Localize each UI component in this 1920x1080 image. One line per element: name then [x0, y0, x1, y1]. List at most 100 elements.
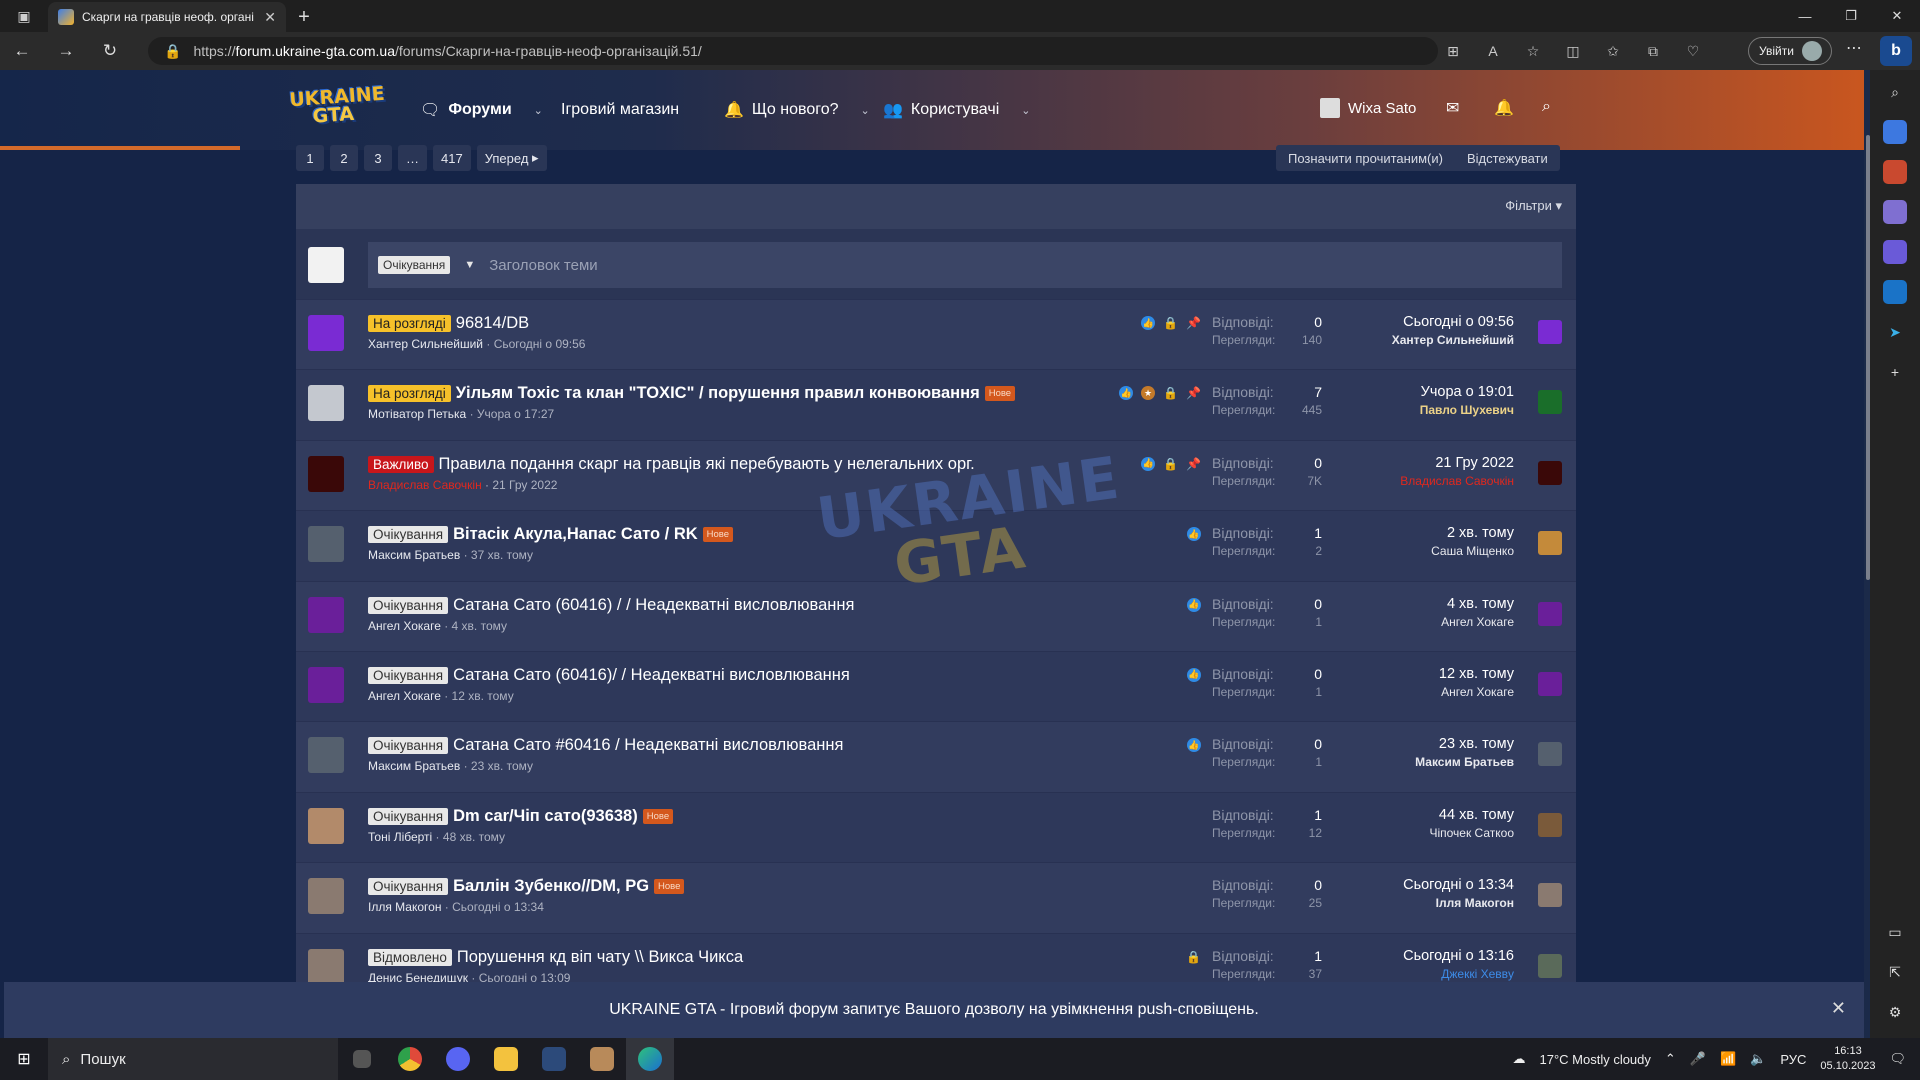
account-menu[interactable]: Wixa Sato [1320, 98, 1416, 118]
last-post-user[interactable]: Ангел Хокаге [1441, 615, 1514, 629]
last-post-time[interactable]: Учора о 19:01 [1420, 384, 1514, 400]
thread-prefix[interactable]: Очікування [368, 737, 449, 755]
author-avatar[interactable] [308, 315, 344, 351]
author-avatar[interactable] [308, 948, 344, 985]
thread-author[interactable]: Ангел Хокаге [368, 689, 441, 703]
thread-prefix[interactable]: На розгляді [368, 385, 451, 403]
sidebar-copilot-icon[interactable] [1883, 240, 1907, 264]
thread-author[interactable]: Максим Братьев [368, 759, 460, 773]
minimize-icon[interactable]: — [1782, 0, 1828, 32]
tab-actions-icon[interactable]: ▣ [0, 0, 48, 32]
page-jump[interactable]: … [398, 145, 427, 171]
last-post-time[interactable]: 23 хв. тому [1415, 736, 1514, 752]
thread-prefix[interactable]: Очікування [368, 596, 449, 614]
last-post-time[interactable]: 12 хв. тому [1439, 666, 1514, 682]
edge-icon[interactable] [626, 1038, 674, 1080]
page-scrollbar-thumb[interactable] [1866, 135, 1870, 580]
author-avatar[interactable] [308, 455, 344, 492]
last-poster-avatar[interactable] [1538, 531, 1562, 556]
thread-start-date[interactable]: Сьогодні о 13:34 [452, 900, 544, 914]
thread-start-date[interactable]: Сьогодні о 09:56 [494, 337, 586, 351]
last-post-user[interactable]: Владислав Савочкін [1400, 474, 1514, 488]
last-poster-avatar[interactable] [1538, 320, 1562, 344]
language-indicator[interactable]: РУС [1780, 1052, 1806, 1067]
last-post-user[interactable]: Джеккі Хеввy [1403, 967, 1514, 981]
thread-author[interactable]: Тоні Ліберті [368, 830, 432, 844]
thread-author[interactable]: Хантер Сильнейший [368, 337, 483, 351]
taskbar-search[interactable]: ⌕ Пошук [48, 1038, 338, 1080]
last-post-user[interactable]: Максим Братьев [1415, 755, 1514, 769]
author-avatar[interactable] [308, 878, 344, 915]
nav-whats-new[interactable]: 🔔 Що нового? ⌄ [724, 70, 870, 150]
page-link[interactable]: 417 [433, 145, 471, 171]
last-post-time[interactable]: 21 Гру 2022 [1400, 455, 1514, 471]
last-poster-avatar[interactable] [1538, 671, 1562, 696]
game-launcher-icon[interactable] [530, 1038, 578, 1080]
thread-start-date[interactable]: 12 хв. тому [452, 689, 514, 703]
favorite-star-icon[interactable]: ☆ [1520, 38, 1546, 64]
thread-title-input[interactable]: Очікування ▼ Заголовок теми [368, 242, 1562, 288]
close-tab-icon[interactable]: ✕ [264, 9, 276, 26]
file-explorer-icon[interactable] [482, 1038, 530, 1080]
restore-icon[interactable]: ❐ [1828, 0, 1874, 32]
thread-start-date[interactable]: 48 хв. тому [443, 830, 505, 844]
thread-prefix[interactable]: На розгляді [368, 315, 451, 332]
inbox-icon[interactable]: ✉ [1446, 98, 1459, 118]
forward-button[interactable]: → [44, 32, 88, 70]
thread-title-link[interactable]: Правила подання скарг на гравців які пер… [439, 455, 975, 474]
thread-author[interactable]: Ангел Хокаге [368, 619, 441, 633]
thread-title-link[interactable]: Порушення кд віп чату \\ Викса Чикса [457, 948, 743, 967]
profile-login-button[interactable]: Увійти [1748, 37, 1832, 65]
last-poster-avatar[interactable] [1538, 812, 1562, 837]
clock[interactable]: 16:13 05.10.2023 [1820, 1044, 1875, 1074]
thread-author[interactable]: Владислав Савочкін [368, 478, 482, 492]
windows-start-icon[interactable]: ⊞ [0, 1038, 48, 1080]
apps-icon[interactable]: ⊞ [1440, 38, 1466, 64]
thread-author[interactable]: Ілля Макогон [368, 900, 441, 914]
thread-start-date[interactable]: Учора о 17:27 [477, 407, 554, 421]
page-link[interactable]: 1 [296, 145, 324, 171]
sidebar-tag-icon[interactable] [1883, 120, 1907, 144]
thread-title-link[interactable]: Dm car/Чіп сато(93638) [453, 807, 638, 826]
author-avatar[interactable] [308, 737, 344, 774]
favorites-icon[interactable]: ✩ [1600, 38, 1626, 64]
nav-users[interactable]: 👥 Користувачі ⌄ [883, 70, 1030, 150]
nav-shop[interactable]: Ігровий магазин [561, 70, 679, 150]
thread-prefix[interactable]: Очікування [368, 666, 449, 684]
lock-icon[interactable]: 🔒 [164, 43, 181, 60]
last-post-user[interactable]: Ілля Макогон [1403, 896, 1514, 910]
thread-title-link[interactable]: Сатана Сато (60416) / / Неадекватні висл… [453, 596, 854, 615]
author-avatar[interactable] [308, 526, 344, 563]
thread-row[interactable]: Очікування Сатана Сато #60416 / Неадекват… [296, 721, 1576, 792]
thread-title-link[interactable]: Сатана Сато #60416 / Неадекватні висловл… [453, 736, 843, 755]
last-post-user[interactable]: Хантер Сильнейший [1392, 333, 1514, 347]
last-post-user[interactable]: Ангел Хокаге [1439, 685, 1514, 699]
new-tab-button[interactable]: + [286, 2, 322, 32]
last-post-user[interactable]: Чіпочек Саткоо [1429, 826, 1514, 840]
task-view-icon[interactable] [338, 1038, 386, 1080]
weather-text[interactable]: 17°C Mostly cloudy [1539, 1052, 1650, 1067]
chevron-down-icon[interactable]: ⌄ [1021, 104, 1030, 117]
bing-copilot-icon[interactable]: b [1880, 36, 1912, 66]
caret-down-icon[interactable]: ▼ [464, 259, 475, 271]
page-link[interactable]: 2 [330, 145, 358, 171]
search-icon[interactable]: ⌕ [1542, 98, 1551, 116]
thread-row[interactable]: Очікування Dm car/Чіп сато(93638) Нове Тоні… [296, 791, 1576, 863]
volume-icon[interactable]: 🔈 [1750, 1051, 1766, 1067]
chevron-down-icon[interactable]: ⌄ [534, 104, 543, 117]
last-poster-avatar[interactable] [1538, 601, 1562, 626]
thread-title-link[interactable]: 96814/DB [456, 314, 529, 333]
thread-row[interactable]: Очікування Сатана Сато (60416)/ / Неадекв… [296, 650, 1576, 722]
thread-title-link[interactable]: Уільям Toxic та клан "TOXIC" / порушення… [456, 384, 980, 403]
filters-button[interactable]: Фільтри ▾ [1505, 198, 1562, 214]
last-post-user[interactable]: Саша Міщенко [1431, 544, 1514, 558]
page-link[interactable]: 3 [364, 145, 392, 171]
last-post-time[interactable]: Сьогодні о 13:34 [1403, 877, 1514, 893]
thread-title-link[interactable]: Вітасік Акула,Напас Сато / RK [453, 525, 698, 544]
sidebar-add-icon[interactable]: + [1883, 360, 1907, 384]
collections-icon[interactable]: ⧉ [1640, 38, 1666, 64]
microphone-icon[interactable]: 🎤 [1690, 1051, 1706, 1067]
watch-forum-button[interactable]: Відстежувати [1455, 151, 1560, 166]
thread-row[interactable]: На розгляді 96814/DB Хантер Сильнейший · С… [296, 299, 1576, 370]
author-avatar[interactable] [308, 596, 344, 633]
